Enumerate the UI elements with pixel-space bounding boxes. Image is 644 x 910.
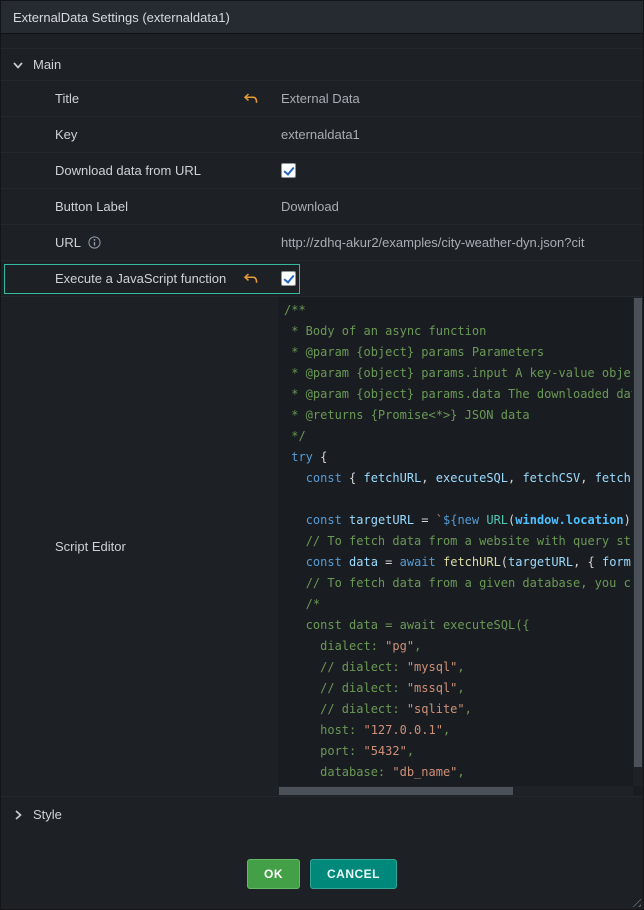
undo-icon[interactable] [243, 93, 258, 104]
code-line: database: "db_name", [284, 762, 632, 783]
key-value-field[interactable]: externaldata1 [278, 117, 643, 152]
url-value-field[interactable]: http://zdhq-akur2/examples/city-weather-… [278, 225, 643, 260]
code-line: * Body of an async function [284, 321, 632, 342]
code-line: // To fetch data from a website with que… [284, 531, 632, 552]
editor-vertical-scrollbar[interactable] [633, 297, 643, 786]
cancel-button[interactable]: CANCEL [310, 859, 397, 889]
dialog-footer: OK CANCEL [1, 832, 643, 910]
title-field-label: Title [55, 91, 79, 106]
code-line: * @returns {Promise<*>} JSON data [284, 405, 632, 426]
editor-horizontal-scrollbar[interactable] [278, 786, 633, 796]
execute-js-value-cell [278, 261, 643, 296]
undo-icon[interactable] [243, 273, 258, 284]
dialog-titlebar: ExternalData Settings (externaldata1) [1, 1, 643, 34]
dialog-title: ExternalData Settings (externaldata1) [13, 10, 230, 25]
code-line: host: "127.0.0.1", [284, 720, 632, 741]
script-editor-code[interactable]: /** * Body of an async function * @param… [284, 300, 632, 785]
chevron-down-icon [11, 58, 25, 72]
download-from-url-checkbox[interactable] [281, 163, 296, 178]
button-label-label-cell: Button Label [1, 189, 278, 224]
url-value: http://zdhq-akur2/examples/city-weather-… [281, 235, 584, 250]
chevron-right-icon [11, 808, 25, 822]
code-line: const data = await executeSQL({ [284, 615, 632, 636]
script-editor[interactable]: /** * Body of an async function * @param… [278, 297, 643, 796]
code-line: // dialect: "sqlite", [284, 699, 632, 720]
button-label-value-field[interactable]: Download [278, 189, 643, 224]
externaldata-settings-dialog: ExternalData Settings (externaldata1) Ma… [0, 0, 644, 910]
code-line: dialect: "pg", [284, 636, 632, 657]
section-header-main[interactable]: Main [1, 48, 643, 80]
info-icon[interactable] [88, 236, 101, 249]
script-editor-field-label: Script Editor [55, 539, 126, 554]
code-line: const targetURL = `${new URL(window.loca… [284, 510, 632, 531]
execute-js-checkbox[interactable] [281, 271, 296, 286]
row-download-from-url: Download data from URL [1, 152, 643, 188]
title-value: External Data [281, 91, 360, 106]
code-line: * @param {object} params.input A key-val… [284, 363, 632, 384]
vertical-scrollbar-thumb[interactable] [634, 298, 642, 767]
code-line: * @param {object} params Parameters [284, 342, 632, 363]
code-line: * @param {object} params.data The downlo… [284, 384, 632, 405]
code-line: */ [284, 426, 632, 447]
execute-js-label-cell: Execute a JavaScript function [1, 261, 278, 296]
row-execute-js: Execute a JavaScript function [1, 260, 643, 296]
code-line: const { fetchURL, executeSQL, fetchCSV, … [284, 468, 632, 489]
key-value: externaldata1 [281, 127, 360, 142]
title-label-cell: Title [1, 81, 278, 116]
execute-js-field-label: Execute a JavaScript function [55, 271, 226, 286]
code-line [284, 489, 632, 510]
key-field-label: Key [55, 127, 77, 142]
section-style-label: Style [33, 807, 62, 822]
ok-button[interactable]: OK [247, 859, 300, 889]
code-line: // To fetch data from a given database, … [284, 573, 632, 594]
code-line: const data = await fetchURL(targetURL, {… [284, 552, 632, 573]
button-label-value: Download [281, 199, 339, 214]
url-field-label: URL [55, 235, 81, 250]
horizontal-scrollbar-thumb[interactable] [279, 787, 513, 795]
code-line: port: "5432", [284, 741, 632, 762]
button-label-field-label: Button Label [55, 199, 128, 214]
row-script-editor: Script Editor /** * Body of an async fun… [1, 296, 643, 796]
section-header-style[interactable]: Style [1, 796, 643, 832]
key-label-cell: Key [1, 117, 278, 152]
row-title: Title External Data [1, 80, 643, 116]
download-value-cell [278, 153, 643, 188]
code-line: /* [284, 594, 632, 615]
code-line: try { [284, 447, 632, 468]
title-value-field[interactable]: External Data [278, 81, 643, 116]
row-url: URL http://zdhq-akur2/examples/city-weat… [1, 224, 643, 260]
download-label-cell: Download data from URL [1, 153, 278, 188]
code-line: // dialect: "mysql", [284, 657, 632, 678]
code-line: // dialect: "mssql", [284, 678, 632, 699]
row-button-label: Button Label Download [1, 188, 643, 224]
script-editor-label-cell: Script Editor [1, 297, 278, 796]
url-label-cell: URL [1, 225, 278, 260]
code-line: /** [284, 300, 632, 321]
row-key: Key externaldata1 [1, 116, 643, 152]
section-main-label: Main [33, 57, 61, 72]
download-field-label: Download data from URL [55, 163, 201, 178]
